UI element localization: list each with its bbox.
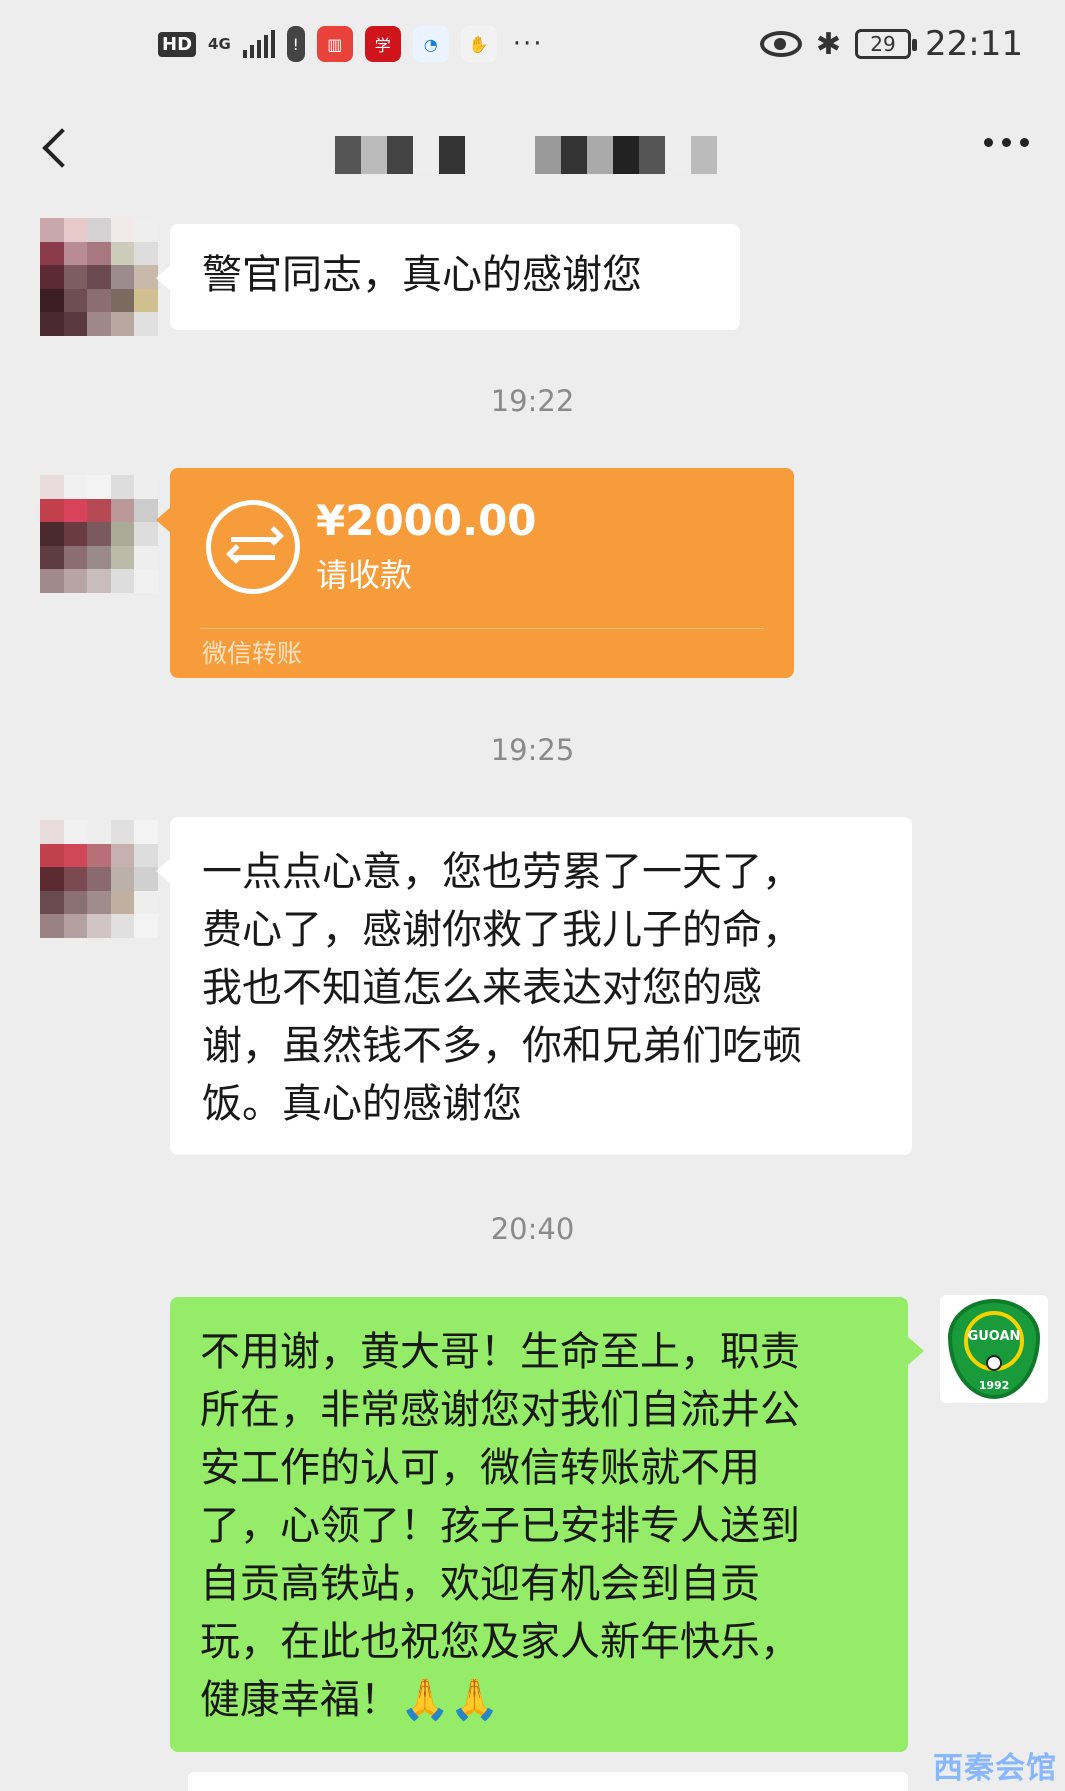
more-dots-icon[interactable]	[984, 138, 1029, 147]
clock: 22:11	[925, 24, 1023, 64]
status-left: HD 4G ! ▥ 学 ◔ ✋ ···	[158, 22, 544, 66]
my-message-bubble[interactable]: 不用谢，黄大哥！生命至上，职责 所在，非常感谢您对我们自流井公 安工作的认可，微…	[170, 1297, 924, 1752]
chat-title-redacted	[335, 136, 717, 174]
timestamp: 19:25	[490, 733, 575, 767]
more-notifications-icon: ···	[512, 29, 544, 59]
contact-avatar[interactable]	[40, 218, 158, 336]
chevron-left-icon[interactable]	[36, 124, 76, 176]
contact-avatar[interactable]	[40, 475, 158, 593]
message-bubble[interactable]: 警官同志，真心的感谢您	[156, 224, 740, 330]
browser-app-icon: ◔	[412, 26, 449, 62]
transfer-card[interactable]: ¥2000.00 请收款 微信转账	[156, 468, 794, 678]
chat-screen: HD 4G ! ▥ 学 ◔ ✋ ··· ✱ 29 22:11 警官同志，真心的感…	[0, 0, 1065, 1791]
club-badge-icon: GUOAN 1992	[948, 1299, 1040, 1399]
book-app-icon: ▥	[316, 26, 353, 62]
badge-year: 1992	[978, 1379, 1010, 1392]
contact-avatar[interactable]	[40, 820, 158, 938]
transfer-amount: ¥2000.00	[316, 496, 537, 545]
timestamp: 20:40	[490, 1212, 575, 1246]
alert-icon: !	[286, 26, 305, 62]
status-right: ✱ 29 22:11	[759, 20, 1023, 68]
network-type-icon: 4G	[208, 34, 231, 53]
signal-bars-icon	[242, 30, 275, 58]
watermark: 西秦会馆	[933, 1751, 1057, 1786]
hand-app-icon: ✋	[460, 26, 497, 62]
transfer-arrows-icon	[206, 500, 300, 594]
battery-icon: 29	[855, 29, 918, 59]
hd-icon: HD	[158, 31, 197, 57]
timestamp: 19:22	[490, 384, 575, 418]
bluetooth-icon: ✱	[815, 26, 842, 62]
my-avatar[interactable]: GUOAN 1992	[940, 1295, 1048, 1403]
redacted-name-part	[335, 136, 465, 174]
divider	[200, 628, 764, 629]
transfer-footer: 微信转账	[202, 639, 303, 668]
chat-header	[0, 90, 1065, 210]
football-icon	[986, 1355, 1002, 1371]
study-app-icon: 学	[364, 26, 401, 62]
message-bubble[interactable]: 一点点心意，您也劳累了一天了， 费心了，感谢你救了我儿子的命， 我也不知道怎么来…	[156, 817, 912, 1155]
status-bar: HD 4G ! ▥ 学 ◔ ✋ ··· ✱ 29 22:11	[0, 0, 1065, 90]
badge-text: GUOAN	[967, 1329, 1021, 1344]
next-message-edge	[188, 1772, 908, 1791]
transfer-status: 请收款	[316, 556, 413, 594]
redacted-name-part	[535, 136, 717, 174]
eye-comfort-icon	[759, 31, 802, 57]
